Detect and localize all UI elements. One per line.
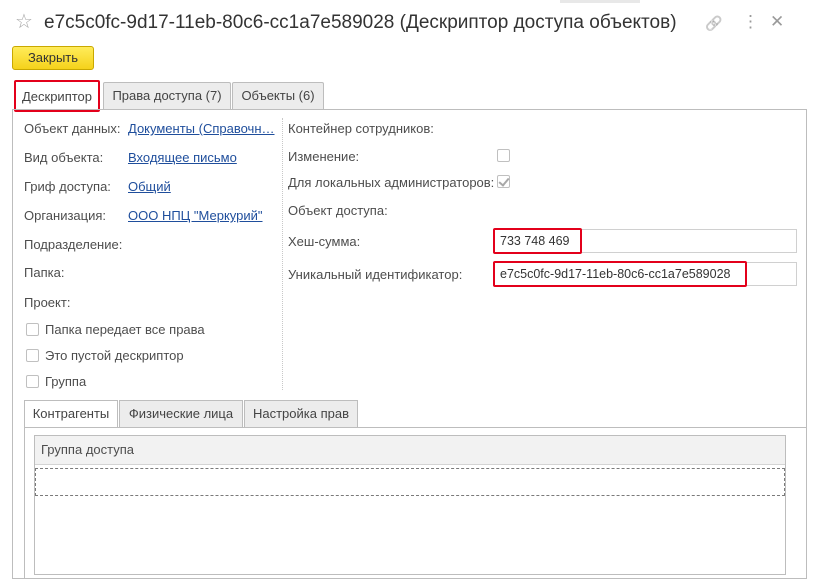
window-top-edge — [560, 0, 640, 3]
table-header-access-group[interactable]: Группа доступа — [35, 436, 785, 465]
uid-field[interactable]: e7c5c0fc-9d17-11eb-80c6-cc1a7e589028 — [493, 261, 747, 287]
tab-counterparties[interactable]: Контрагенты — [24, 400, 118, 428]
folder-passes-rights-label: Папка передает все права — [45, 322, 205, 337]
folder-passes-rights-checkbox[interactable] — [26, 323, 39, 336]
hash-label: Хеш-сумма: — [288, 234, 361, 249]
grif-label: Гриф доступа: — [24, 179, 111, 194]
empty-descriptor-checkbox[interactable] — [26, 349, 39, 362]
access-object-label: Объект доступа: — [288, 203, 388, 218]
close-window-icon[interactable]: ✕ — [770, 12, 784, 32]
organization-label: Организация: — [24, 208, 107, 223]
folder-label: Папка: — [24, 265, 65, 280]
close-button[interactable]: Закрыть — [12, 46, 94, 70]
hash-field[interactable]: 733 748 469 — [493, 228, 582, 254]
project-label: Проект: — [24, 295, 71, 310]
group-label: Группа — [45, 374, 87, 389]
organization-link[interactable]: ООО НПЦ "Меркурий" — [128, 208, 263, 223]
object-kind-link[interactable]: Входящее письмо — [128, 150, 237, 165]
window-title: e7c5c0fc-9d17-11eb-80c6-cc1a7e589028 (Де… — [44, 12, 677, 33]
data-object-link[interactable]: Документы (Справочн… — [128, 121, 275, 136]
tab-objects[interactable]: Объекты (6) — [232, 82, 324, 109]
object-kind-label: Вид объекта: — [24, 150, 104, 165]
tab-individuals[interactable]: Физические лица — [119, 400, 243, 427]
data-object-label: Объект данных: — [24, 121, 121, 136]
empty-descriptor-label: Это пустой дескриптор — [45, 348, 184, 363]
group-checkbox[interactable] — [26, 375, 39, 388]
local-admins-label: Для локальных администраторов: — [288, 175, 495, 190]
favorite-star-icon[interactable]: ☆ — [15, 12, 33, 32]
more-icon[interactable]: ⋮ — [742, 12, 759, 32]
grif-link[interactable]: Общий — [128, 179, 171, 194]
local-admins-checkbox[interactable] — [497, 175, 510, 188]
table-row-selected[interactable] — [35, 468, 785, 496]
column-divider — [282, 118, 283, 390]
tab-rights-settings[interactable]: Настройка прав — [244, 400, 358, 427]
change-checkbox[interactable] — [497, 149, 510, 162]
employee-container-label: Контейнер сотрудников: — [288, 121, 434, 136]
subdivision-label: Подразделение: — [24, 237, 123, 252]
link-icon[interactable]: 🔗 — [705, 13, 722, 33]
tab-descriptor[interactable]: Дескриптор — [14, 80, 100, 112]
change-label: Изменение: — [288, 149, 360, 164]
uid-label: Уникальный идентификатор: — [288, 267, 463, 282]
tab-access-rights[interactable]: Права доступа (7) — [103, 82, 231, 109]
